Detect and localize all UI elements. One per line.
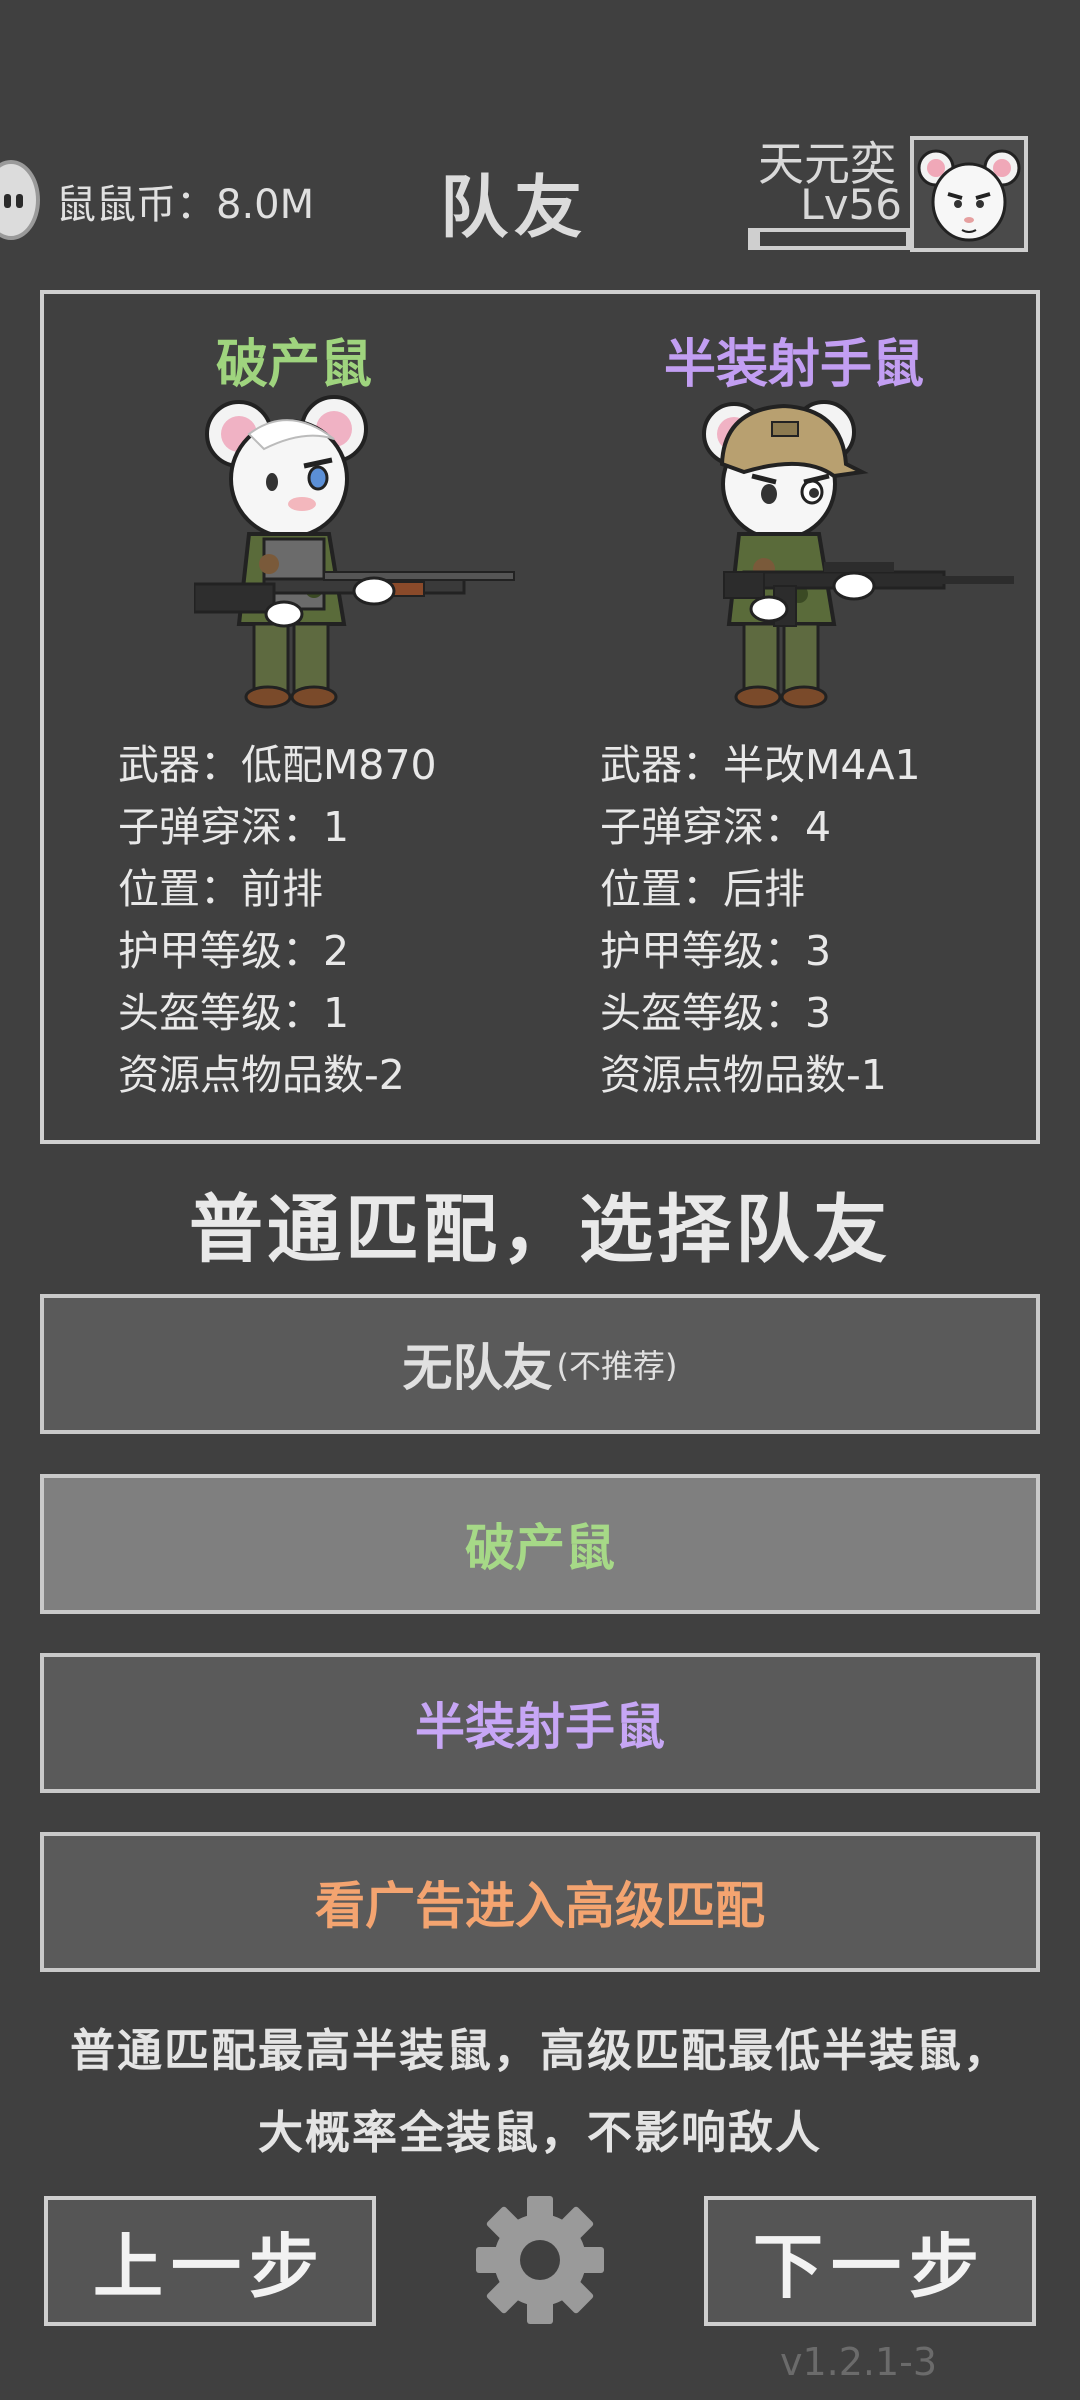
previous-step-label: 上一步	[93, 2225, 327, 2308]
next-step-button[interactable]: 下一步	[704, 2196, 1036, 2326]
stat-armor-level: 护甲等级：3	[600, 927, 832, 975]
no-teammate-label: 无队友	[402, 1339, 553, 1397]
stat-weapon: 武器：半改M4A1	[600, 741, 921, 789]
stat-position: 位置：后排	[600, 865, 805, 913]
teammate-option-1-label: 破产鼠	[465, 1519, 615, 1577]
team-panel: 破产鼠 武器：低配M870 子弹穿深：1 位置：前排 护甲等级：2 头盔等级：1…	[40, 290, 1040, 1144]
match-heading: 普通匹配，选择队友	[189, 1187, 891, 1273]
xp-progress-fill	[752, 232, 760, 246]
teammate-option-2-label: 半装射手鼠	[415, 1698, 665, 1756]
version-label: v1.2.1-3	[780, 2340, 938, 2384]
not-recommended-note: (不推荐)	[556, 1347, 678, 1385]
settings-button[interactable]	[474, 2194, 606, 2326]
stat-armor-level: 护甲等级：2	[118, 927, 350, 975]
teammate-1-name: 破产鼠	[215, 335, 372, 395]
teammate-1-stats: 武器：低配M870 子弹穿深：1 位置：前排 护甲等级：2 头盔等级：1 资源点…	[118, 734, 437, 1106]
stat-penetration: 子弹穿深：1	[118, 803, 350, 851]
stat-penetration: 子弹穿深：4	[600, 803, 832, 851]
xp-progress-bar	[748, 228, 910, 250]
user-avatar[interactable]	[910, 136, 1028, 252]
coin-balance: 鼠鼠币：8.0M	[56, 172, 314, 230]
teammate-1-sprite	[194, 395, 515, 709]
stat-weapon: 武器：低配M870	[118, 741, 437, 789]
teammate-2-name: 半装射手鼠	[663, 335, 924, 395]
stat-helmet-level: 头盔等级：1	[118, 989, 350, 1037]
next-step-label: 下一步	[753, 2225, 987, 2308]
match-info-note: 普通匹配最高半装鼠，高级匹配最低半装鼠，大概率全装鼠，不影响敌人	[69, 2024, 1010, 2159]
teammate-2-sprite	[702, 400, 1014, 709]
no-teammate-button[interactable]: 无队友 (不推荐)	[40, 1294, 1040, 1434]
avatar-mouse-icon	[917, 149, 1021, 242]
stat-resource-items: 资源点物品数-2	[118, 1051, 405, 1099]
user-level: Lv56	[800, 180, 902, 229]
ad-advanced-match-label: 看广告进入高级匹配	[315, 1877, 765, 1935]
coin-icon	[0, 160, 40, 240]
page-title: 队友	[440, 169, 589, 248]
teammate-option-1-button[interactable]: 破产鼠	[40, 1474, 1040, 1614]
ad-advanced-match-button[interactable]: 看广告进入高级匹配	[40, 1832, 1040, 1972]
stat-position: 位置：前排	[118, 865, 323, 913]
teammate-2-stats: 武器：半改M4A1 子弹穿深：4 位置：后排 护甲等级：3 头盔等级：3 资源点…	[600, 734, 921, 1106]
settings-gear-icon	[476, 2196, 604, 2324]
teammate-option-2-button[interactable]: 半装射手鼠	[40, 1653, 1040, 1793]
coin-label: 鼠鼠币：	[56, 182, 216, 228]
stat-helmet-level: 头盔等级：3	[600, 989, 832, 1037]
previous-step-button[interactable]: 上一步	[44, 2196, 376, 2326]
coin-value: 8.0M	[216, 182, 315, 228]
stat-resource-items: 资源点物品数-1	[600, 1051, 887, 1099]
